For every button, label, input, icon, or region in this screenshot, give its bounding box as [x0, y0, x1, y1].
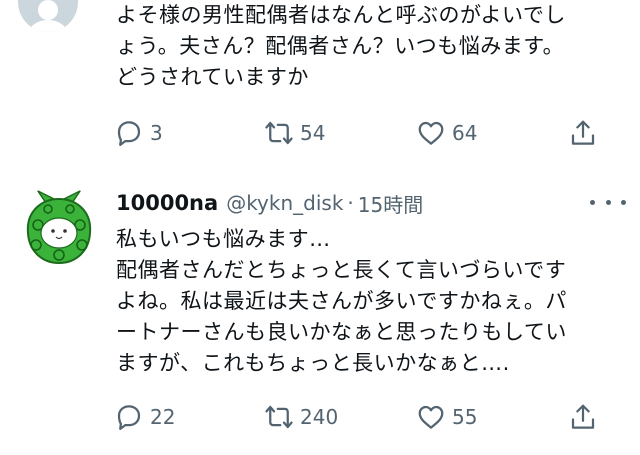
- separator-dot: ·: [347, 191, 354, 215]
- timestamp[interactable]: 15時間: [358, 189, 423, 218]
- like-button[interactable]: 64: [416, 118, 477, 148]
- reply-button[interactable]: 22: [114, 402, 175, 432]
- more-icon[interactable]: [590, 190, 626, 214]
- tweet-actions: 22 240 55: [114, 402, 614, 432]
- user-handle[interactable]: @kykn_disk: [226, 191, 343, 215]
- display-name[interactable]: 10000na: [116, 191, 218, 215]
- reply-icon: [117, 121, 141, 146]
- retweet-icon: [265, 405, 293, 429]
- heart-icon: [418, 121, 444, 145]
- reply-count: 22: [150, 405, 176, 429]
- avatar-image: [16, 185, 102, 271]
- retweet-button[interactable]: 54: [264, 118, 325, 148]
- share-button[interactable]: [568, 118, 598, 148]
- avatar[interactable]: [16, 185, 102, 271]
- more-dot: [621, 199, 626, 205]
- retweet-icon: [265, 121, 293, 145]
- tweet-actions: 3 54 64: [114, 118, 614, 148]
- like-button[interactable]: 55: [416, 402, 477, 432]
- heart-icon: [418, 405, 444, 429]
- avatar[interactable]: [18, 0, 78, 32]
- reply-icon: [117, 405, 141, 430]
- more-dot: [590, 199, 595, 205]
- retweet-count: 54: [300, 121, 326, 145]
- share-icon: [571, 404, 595, 429]
- share-button[interactable]: [568, 402, 598, 432]
- retweet-count: 240: [300, 405, 339, 429]
- more-dot: [605, 199, 611, 205]
- tweet-header: 10000na @kykn_disk · 15時間: [116, 188, 626, 218]
- like-count: 55: [452, 405, 478, 429]
- tweet-text: よそ様の男性配偶者はなんと呼ぶのがよいでし ょう。夫さん？配偶者さん？いつも悩み…: [116, 3, 566, 89]
- retweet-button[interactable]: 240: [264, 402, 338, 432]
- avatar-head: [38, 0, 58, 20]
- avatar-shoulders: [28, 20, 68, 32]
- tweet-text: 私もいつも悩みます… 配偶者さんだとちょっと長くて言いづらいです よね。私は最近…: [116, 227, 567, 375]
- share-icon: [571, 120, 595, 145]
- reply-button[interactable]: 3: [114, 118, 163, 148]
- reply-count: 3: [150, 121, 163, 145]
- like-count: 64: [452, 121, 478, 145]
